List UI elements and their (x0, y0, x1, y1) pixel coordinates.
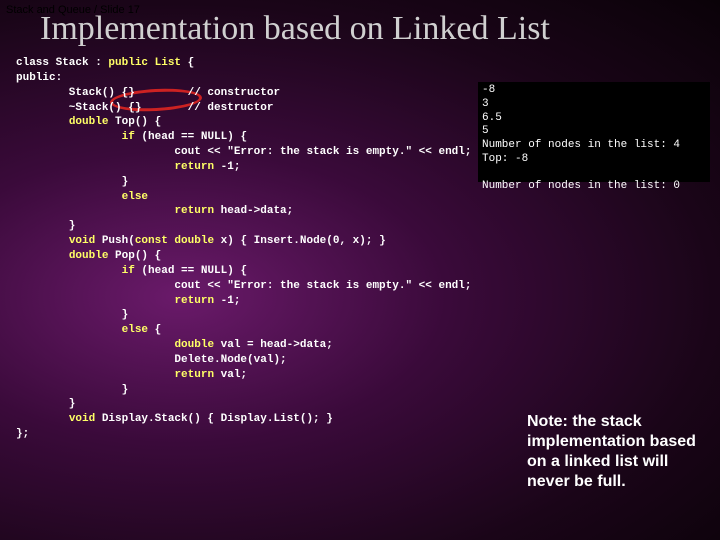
code-line (16, 250, 69, 262)
code-line: Delete.Node(val); (16, 354, 287, 366)
code-line: } (16, 384, 128, 396)
code-line: Pop() { (108, 250, 161, 262)
code-line (16, 339, 174, 351)
slide-title: Implementation based on Linked List (0, 10, 720, 56)
note-text: Note: the stack implementation based on … (527, 412, 702, 492)
code-line: } (16, 176, 128, 188)
console-output: -8 3 6.5 5 Number of nodes in the list: … (478, 82, 710, 182)
code-line (16, 191, 122, 203)
code-line: (head == NULL) { (135, 131, 247, 143)
code-keyword: void (69, 235, 95, 247)
code-line (16, 235, 69, 247)
code-line: } (16, 309, 128, 321)
code-keyword: double (69, 250, 109, 262)
code-keyword: return (174, 205, 214, 217)
code-line: cout << "Error: the stack is empty." << … (16, 146, 471, 158)
code-keyword: return (174, 369, 214, 381)
code-line: class Stack : (16, 57, 108, 69)
code-line: { (148, 324, 161, 336)
code-keyword: else (122, 191, 148, 203)
code-line: ~Stack() {} // destructor (16, 102, 273, 114)
code-line: } (16, 398, 75, 410)
code-line (16, 369, 174, 381)
code-keyword: return (174, 295, 214, 307)
code-keyword: if (122, 131, 135, 143)
code-line: cout << "Error: the stack is empty." << … (16, 280, 471, 292)
code-line (16, 295, 174, 307)
code-keyword: const double (135, 235, 214, 247)
code-line (16, 413, 69, 425)
code-line (16, 161, 174, 173)
code-keyword: return (174, 161, 214, 173)
code-line: { (181, 57, 194, 69)
code-line: head->data; (214, 205, 293, 217)
code-line: Top() { (108, 116, 161, 128)
code-line: -1; (214, 295, 240, 307)
code-keyword: public List (108, 57, 181, 69)
code-line (16, 265, 122, 277)
code-line (16, 205, 174, 217)
code-keyword: double (174, 339, 214, 351)
code-keyword: double (69, 116, 109, 128)
code-line: -1; (214, 161, 240, 173)
code-line (16, 324, 122, 336)
code-keyword: if (122, 265, 135, 277)
code-line: x) { Insert.Node(0, x); } (214, 235, 386, 247)
code-line (16, 116, 69, 128)
code-line: val = head->data; (214, 339, 333, 351)
code-line: }; (16, 428, 29, 440)
code-line: Display.Stack() { Display.List(); } (95, 413, 333, 425)
code-line: (head == NULL) { (135, 265, 247, 277)
code-line: Stack() {} // constructor (16, 87, 280, 99)
code-line: Push( (95, 235, 135, 247)
code-line: } (16, 220, 75, 232)
code-line: val; (214, 369, 247, 381)
code-line (16, 131, 122, 143)
code-keyword: else (122, 324, 148, 336)
code-line: public: (16, 72, 62, 84)
code-keyword: void (69, 413, 95, 425)
